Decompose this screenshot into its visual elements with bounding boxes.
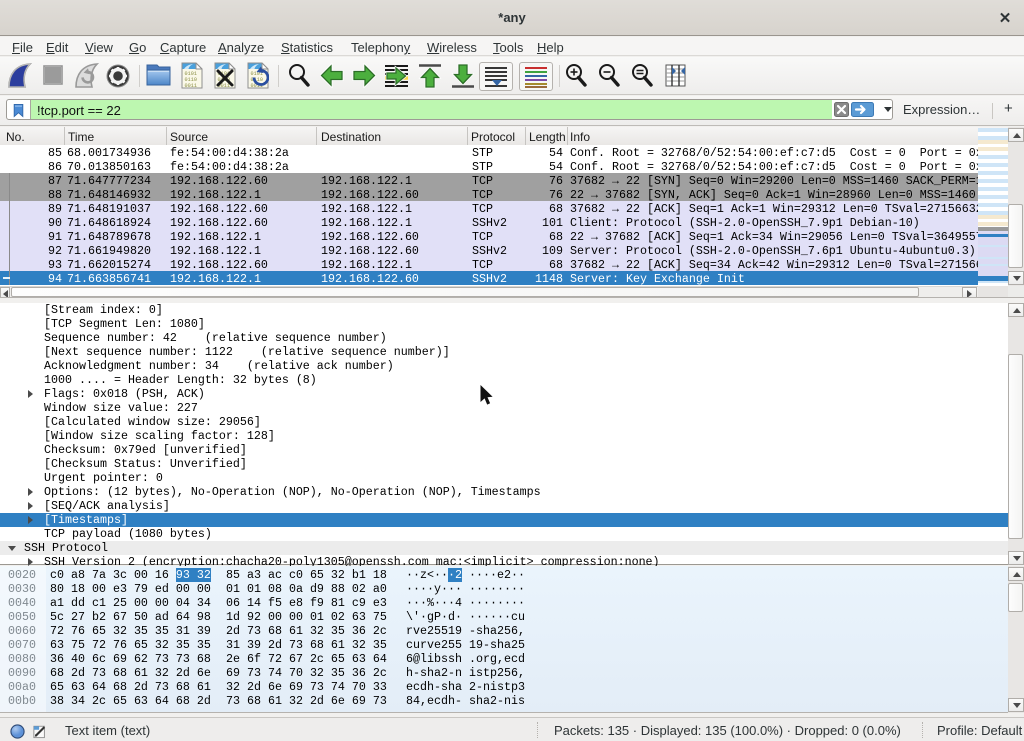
svg-text:0011: 0011: [185, 83, 197, 89]
